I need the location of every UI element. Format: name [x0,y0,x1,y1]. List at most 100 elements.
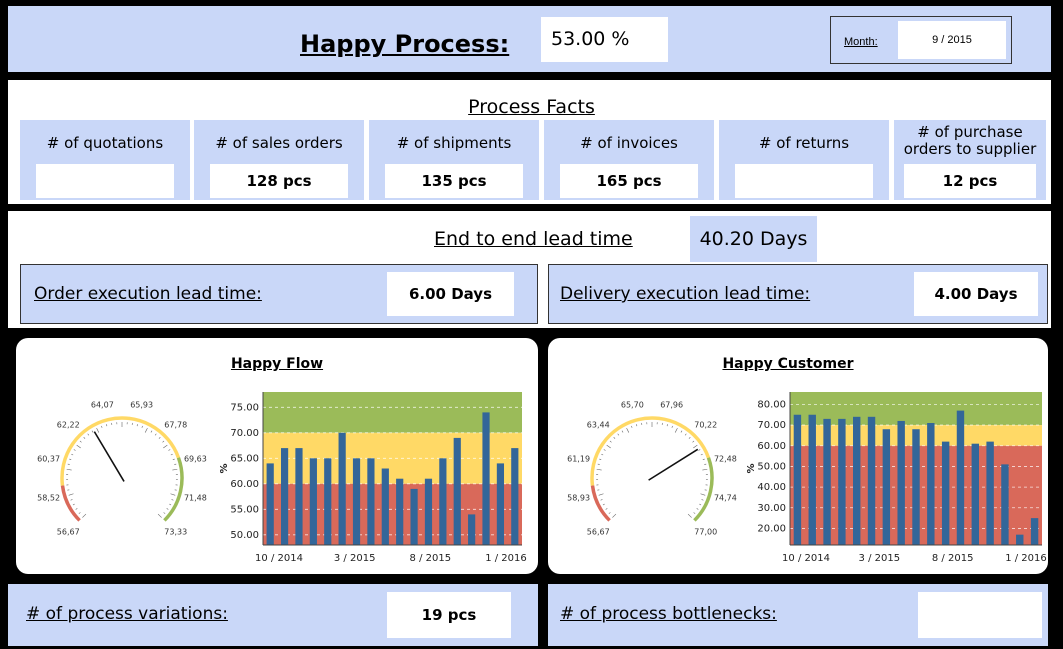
gauge-tick [70,499,73,501]
bar [882,429,891,545]
gauge-tick [106,424,108,427]
bar [912,429,920,545]
bar [853,416,861,545]
gauge-tick [701,499,704,501]
happy-customer-gauge: 56,67 58,93 61,19 63,44 65,70 67,96 70,22 72,48… [567,401,737,537]
bar [971,443,979,545]
gauge-tick-label: 56,67 [587,528,610,537]
gauge-tick [163,444,168,449]
happy-flow-bar-chart: 75.00 70.00 65.00 60.00 55.00 50.00 10 / 2014 3… [219,392,527,564]
y-tick-label: 80.00 [757,399,786,410]
process-bottlenecks-value [918,592,1042,638]
bar [309,458,317,545]
gauge-tick [600,499,603,501]
gauge-tick-label: 67,78 [164,420,187,429]
gauge-tick [631,425,633,428]
gauge-tick [671,425,673,428]
gauge-tick [680,430,683,433]
bar [295,448,303,545]
gauge-tick [606,444,611,449]
x-tick-label: 1 / 2016 [1005,553,1047,564]
gauge-tick [87,433,90,436]
bar [424,478,433,545]
x-tick-label: 1 / 2016 [485,553,527,564]
y-axis-label: % [219,463,230,473]
gauge-tick [605,508,608,510]
gauge-tick [144,427,148,433]
gauge-tick [612,513,617,518]
bar [941,441,950,545]
gauge-tick [158,436,161,439]
happy-flow-gauge: 56,67 58,52 60,37 62,22 64,07 65,93 67,78 69,63… [37,401,207,537]
charts-layer: 56,67 58,52 60,37 62,22 64,07 65,93 67,78 69,63… [37,392,1047,564]
gauge-tick [601,453,604,456]
gauge-tick [76,444,81,449]
gauge-tick [626,427,630,433]
bar [410,488,418,545]
gauge-tick [699,503,702,506]
y-tick-label: 65.00 [230,453,259,464]
gauge-tick [166,508,169,510]
bar [338,432,346,545]
gauge-tick [621,430,624,433]
y-tick-label: 40.00 [757,482,786,493]
bar [511,448,519,545]
gauge-tick [602,503,605,506]
bar [1030,518,1039,545]
x-tick-label: 10 / 2014 [782,553,830,564]
gauge-tick [71,453,74,456]
y-tick-label: 30.00 [757,503,786,514]
bar [482,412,490,545]
gauge-tick [608,512,611,514]
gauge-tick-label: 61,19 [567,454,590,463]
gauge-tick [96,427,100,433]
gauge-tick-label: 67,96 [660,401,683,410]
x-tick-label: 10 / 2014 [255,553,303,564]
bar [986,441,994,545]
gauge-tick [700,493,706,496]
y-tick-label: 60.00 [230,479,259,490]
gauge-tick [613,436,616,439]
bar [352,458,361,545]
gauge-tick [66,468,72,471]
gauge-tick [700,453,703,456]
x-tick-label: 8 / 2015 [932,553,974,564]
gauge-tick-label: 74,74 [714,494,737,503]
gauge-tick [136,424,138,427]
gauge-band-green [163,457,184,522]
gauge-tick-label: 70,22 [694,420,717,429]
gauge-tick [101,425,103,428]
gauge-tick [599,458,602,460]
gauge-tick [617,433,620,436]
gauge-tick [698,449,701,451]
y-tick-label: 60.00 [757,441,786,452]
bar [381,468,389,545]
gauge-needle [93,431,125,482]
gauge-tick-label: 56,67 [57,528,80,537]
gauge-band-red [590,485,611,522]
y-tick-label: 75.00 [230,402,259,413]
gauge-tick-label: 62,22 [57,420,80,429]
bar [1001,464,1009,545]
gauge-band-green [693,457,714,522]
bar [280,448,289,545]
gauge-tick [72,503,75,506]
bar [1016,534,1024,545]
bar [468,514,476,545]
gauge-tick [168,449,171,451]
bar [396,478,404,545]
gauge-tick-label: 65,93 [130,401,153,410]
y-tick-label: 50.00 [230,530,259,541]
bar [496,463,505,545]
x-tick-label: 3 / 2015 [334,553,376,564]
gauge-tick [79,440,82,443]
bar [838,418,846,545]
y-tick-label: 20.00 [757,523,786,534]
gauge-tick-label: 65,70 [621,401,644,410]
gauge-tick [596,468,602,471]
gauge-tick [163,512,166,514]
bar [453,437,461,545]
gauge-tick [172,458,175,460]
gauge-tick [692,440,695,443]
gauge-tick [157,513,162,518]
